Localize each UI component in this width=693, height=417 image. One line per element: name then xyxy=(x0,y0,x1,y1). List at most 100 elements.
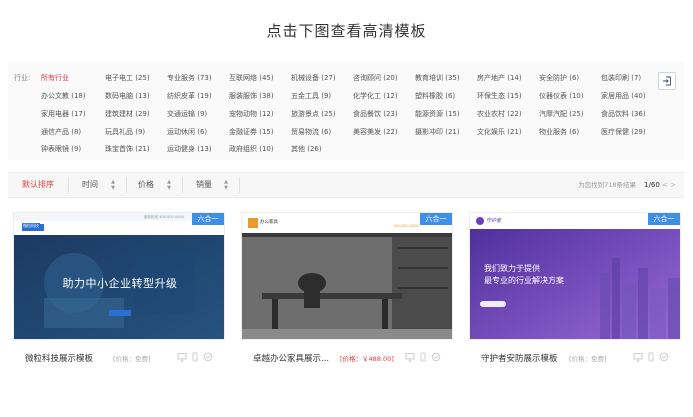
monitor-icon xyxy=(405,353,415,362)
sort-divider xyxy=(68,177,69,193)
category-item[interactable]: 机械设备 (27) xyxy=(291,73,336,83)
sort-arrows-icon[interactable]: ▲ ▼ xyxy=(166,179,172,191)
industry-filter-label: 行业: xyxy=(14,74,31,82)
thumbnail-slogan-line2: 最专业的行业解决方案 xyxy=(484,276,564,285)
sort-time-button[interactable]: 时间 xyxy=(82,173,98,197)
category-item[interactable]: 安全防护 (6) xyxy=(539,73,579,83)
sort-sales-button[interactable]: 销量 xyxy=(196,173,212,197)
category-item[interactable]: 物业服务 (6) xyxy=(539,127,579,137)
mobile-icon xyxy=(648,352,654,362)
monitor-icon xyxy=(633,353,643,362)
category-item[interactable]: 文化娱乐 (21) xyxy=(477,127,522,137)
category-item[interactable]: 五金工具 (9) xyxy=(291,91,331,101)
industry-filter-panel: 行业: 所有行业 电子电工 (25) 专业服务 (73) 互联网络 (45) 机械设备 … xyxy=(8,62,684,160)
sort-divider xyxy=(126,177,127,193)
category-item[interactable]: 运动健身 (13) xyxy=(167,144,212,154)
category-item[interactable]: 农业农村 (22) xyxy=(477,109,522,119)
template-price: [价格：免费] xyxy=(113,355,151,363)
bundle-badge: 六合一 xyxy=(420,213,452,225)
sort-divider xyxy=(239,177,240,193)
category-item[interactable]: 互联网络 (45) xyxy=(229,73,274,83)
category-item[interactable]: 食品餐饮 (23) xyxy=(353,109,398,119)
device-icons xyxy=(177,352,213,362)
template-thumbnail-security[interactable]: 守护者 我们致力于提供 最专业的行业解决方案 六合一 xyxy=(469,212,681,340)
template-title[interactable]: 卓越办公家具展示... xyxy=(253,352,329,364)
category-item[interactable]: 家用电器 (17) xyxy=(41,109,86,119)
thumbnail-slogan-line1: 我们致力于提供 xyxy=(484,264,540,273)
category-item[interactable]: 交通运输 (9) xyxy=(167,109,207,119)
category-item[interactable]: 宠物动物 (12) xyxy=(229,109,274,119)
category-all[interactable]: 所有行业 xyxy=(41,73,69,83)
category-item[interactable]: 数码电脑 (13) xyxy=(105,91,150,101)
category-item[interactable]: 咨询顾问 (20) xyxy=(353,73,398,83)
thumbnail-slogan: 助力中小企业转型升级 xyxy=(62,277,178,290)
sort-arrows-icon[interactable]: ▲ ▼ xyxy=(223,179,229,191)
sort-default-button[interactable]: 默认排序 xyxy=(22,173,54,197)
category-item[interactable]: 塑料橡胶 (6) xyxy=(415,91,455,101)
bundle-badge: 六合一 xyxy=(648,213,680,225)
template-card[interactable]: 守护者 我们致力于提供 最专业的行业解决方案 六合一 守护者安防展示模板 [价格… xyxy=(469,212,681,368)
category-item[interactable]: 其他 (26) xyxy=(291,144,322,154)
category-item[interactable]: 通信产品 (8) xyxy=(41,127,81,137)
thumbnail-logo: 守护者 xyxy=(486,218,502,224)
category-item[interactable]: 医疗保健 (29) xyxy=(601,127,646,137)
collapse-filter-button[interactable] xyxy=(658,72,676,90)
category-item[interactable]: 专业服务 (73) xyxy=(167,73,212,83)
next-page-button[interactable]: > xyxy=(670,181,676,189)
template-title[interactable]: 微粒科技展示模板 xyxy=(25,352,93,364)
template-price: [价格：免费] xyxy=(569,355,607,363)
template-thumbnail-office[interactable]: 办公家具 400-000-0000 六合一 xyxy=(241,212,453,340)
thumbnail-phone: 服务热线 400-000-0000 xyxy=(144,215,184,219)
template-price: [价格：￥488.00] xyxy=(340,355,394,363)
category-item[interactable]: 贸易物流 (6) xyxy=(291,127,331,137)
template-card[interactable]: 微粒科技 服务热线 400-000-0000 助力中小企业转型升级 六合一 微粒… xyxy=(13,212,225,368)
bundle-badge: 六合一 xyxy=(192,213,224,225)
sort-price-button[interactable]: 价格 xyxy=(138,173,154,197)
category-item[interactable]: 摄影冲印 (21) xyxy=(415,127,460,137)
category-item[interactable]: 金融证券 (15) xyxy=(229,127,274,137)
device-icons xyxy=(405,352,441,362)
thumbnail-image xyxy=(242,213,452,339)
category-item[interactable]: 食品饮料 (36) xyxy=(601,109,646,119)
template-card[interactable]: 办公家具 400-000-0000 六合一 卓越办公家具展示... [价格：￥4… xyxy=(241,212,453,368)
category-item[interactable]: 环保生态 (15) xyxy=(477,91,522,101)
category-item[interactable]: 钟表眼镜 (9) xyxy=(41,144,81,154)
category-item[interactable]: 纺织皮革 (19) xyxy=(167,91,212,101)
category-item[interactable]: 能源资源 (15) xyxy=(415,109,460,119)
category-item[interactable]: 办公文教 (18) xyxy=(41,91,86,101)
category-item[interactable]: 教育培训 (35) xyxy=(415,73,460,83)
sort-toolbar: 默认排序 时间 ▲ ▼ 价格 ▲ ▼ 销量 ▲ ▼ 为您找到718条结果 1/60 <… xyxy=(8,172,684,198)
category-item[interactable]: 仪器仪表 (10) xyxy=(539,91,584,101)
exit-icon xyxy=(663,76,671,86)
category-item[interactable]: 旅游景点 (25) xyxy=(291,109,336,119)
category-item[interactable]: 房产地产 (14) xyxy=(477,73,522,83)
category-item[interactable]: 珠宝首饰 (21) xyxy=(105,144,150,154)
category-item[interactable]: 建筑建材 (29) xyxy=(105,109,150,119)
check-circle-icon xyxy=(203,352,213,362)
thumbnail-phone: 400-000-0000 xyxy=(394,224,419,228)
check-circle-icon xyxy=(431,352,441,362)
category-item[interactable]: 电子电工 (25) xyxy=(105,73,150,83)
sort-arrows-icon[interactable]: ▲ ▼ xyxy=(110,179,116,191)
mobile-icon xyxy=(192,352,198,362)
category-item[interactable]: 化学化工 (12) xyxy=(353,91,398,101)
mobile-icon xyxy=(420,352,426,362)
prev-page-button[interactable]: < xyxy=(662,181,668,189)
device-icons xyxy=(633,352,669,362)
category-item[interactable]: 运动休闲 (6) xyxy=(167,127,207,137)
category-item[interactable]: 美容美发 (22) xyxy=(353,127,398,137)
template-thumbnail-weili[interactable]: 微粒科技 服务热线 400-000-0000 助力中小企业转型升级 六合一 xyxy=(13,212,225,340)
category-item[interactable]: 包装印刷 (7) xyxy=(601,73,641,83)
template-title[interactable]: 守护者安防展示模板 xyxy=(481,352,558,364)
monitor-icon xyxy=(177,353,187,362)
category-item[interactable]: 家居用品 (40) xyxy=(601,91,646,101)
category-item[interactable]: 服装服饰 (38) xyxy=(229,91,274,101)
page-headline: 点击下图查看高清模板 xyxy=(266,22,427,40)
page-indicator: 1/60 xyxy=(644,181,660,189)
thumbnail-logo: 微粒科技 xyxy=(22,223,40,229)
thumbnail-logo: 办公家具 xyxy=(260,220,278,225)
category-item[interactable]: 玩具礼品 (9) xyxy=(105,127,145,137)
category-item[interactable]: 汽摩汽配 (25) xyxy=(539,109,584,119)
category-item[interactable]: 政府组织 (10) xyxy=(229,144,274,154)
results-count: 为您找到718条结果 xyxy=(578,181,636,189)
